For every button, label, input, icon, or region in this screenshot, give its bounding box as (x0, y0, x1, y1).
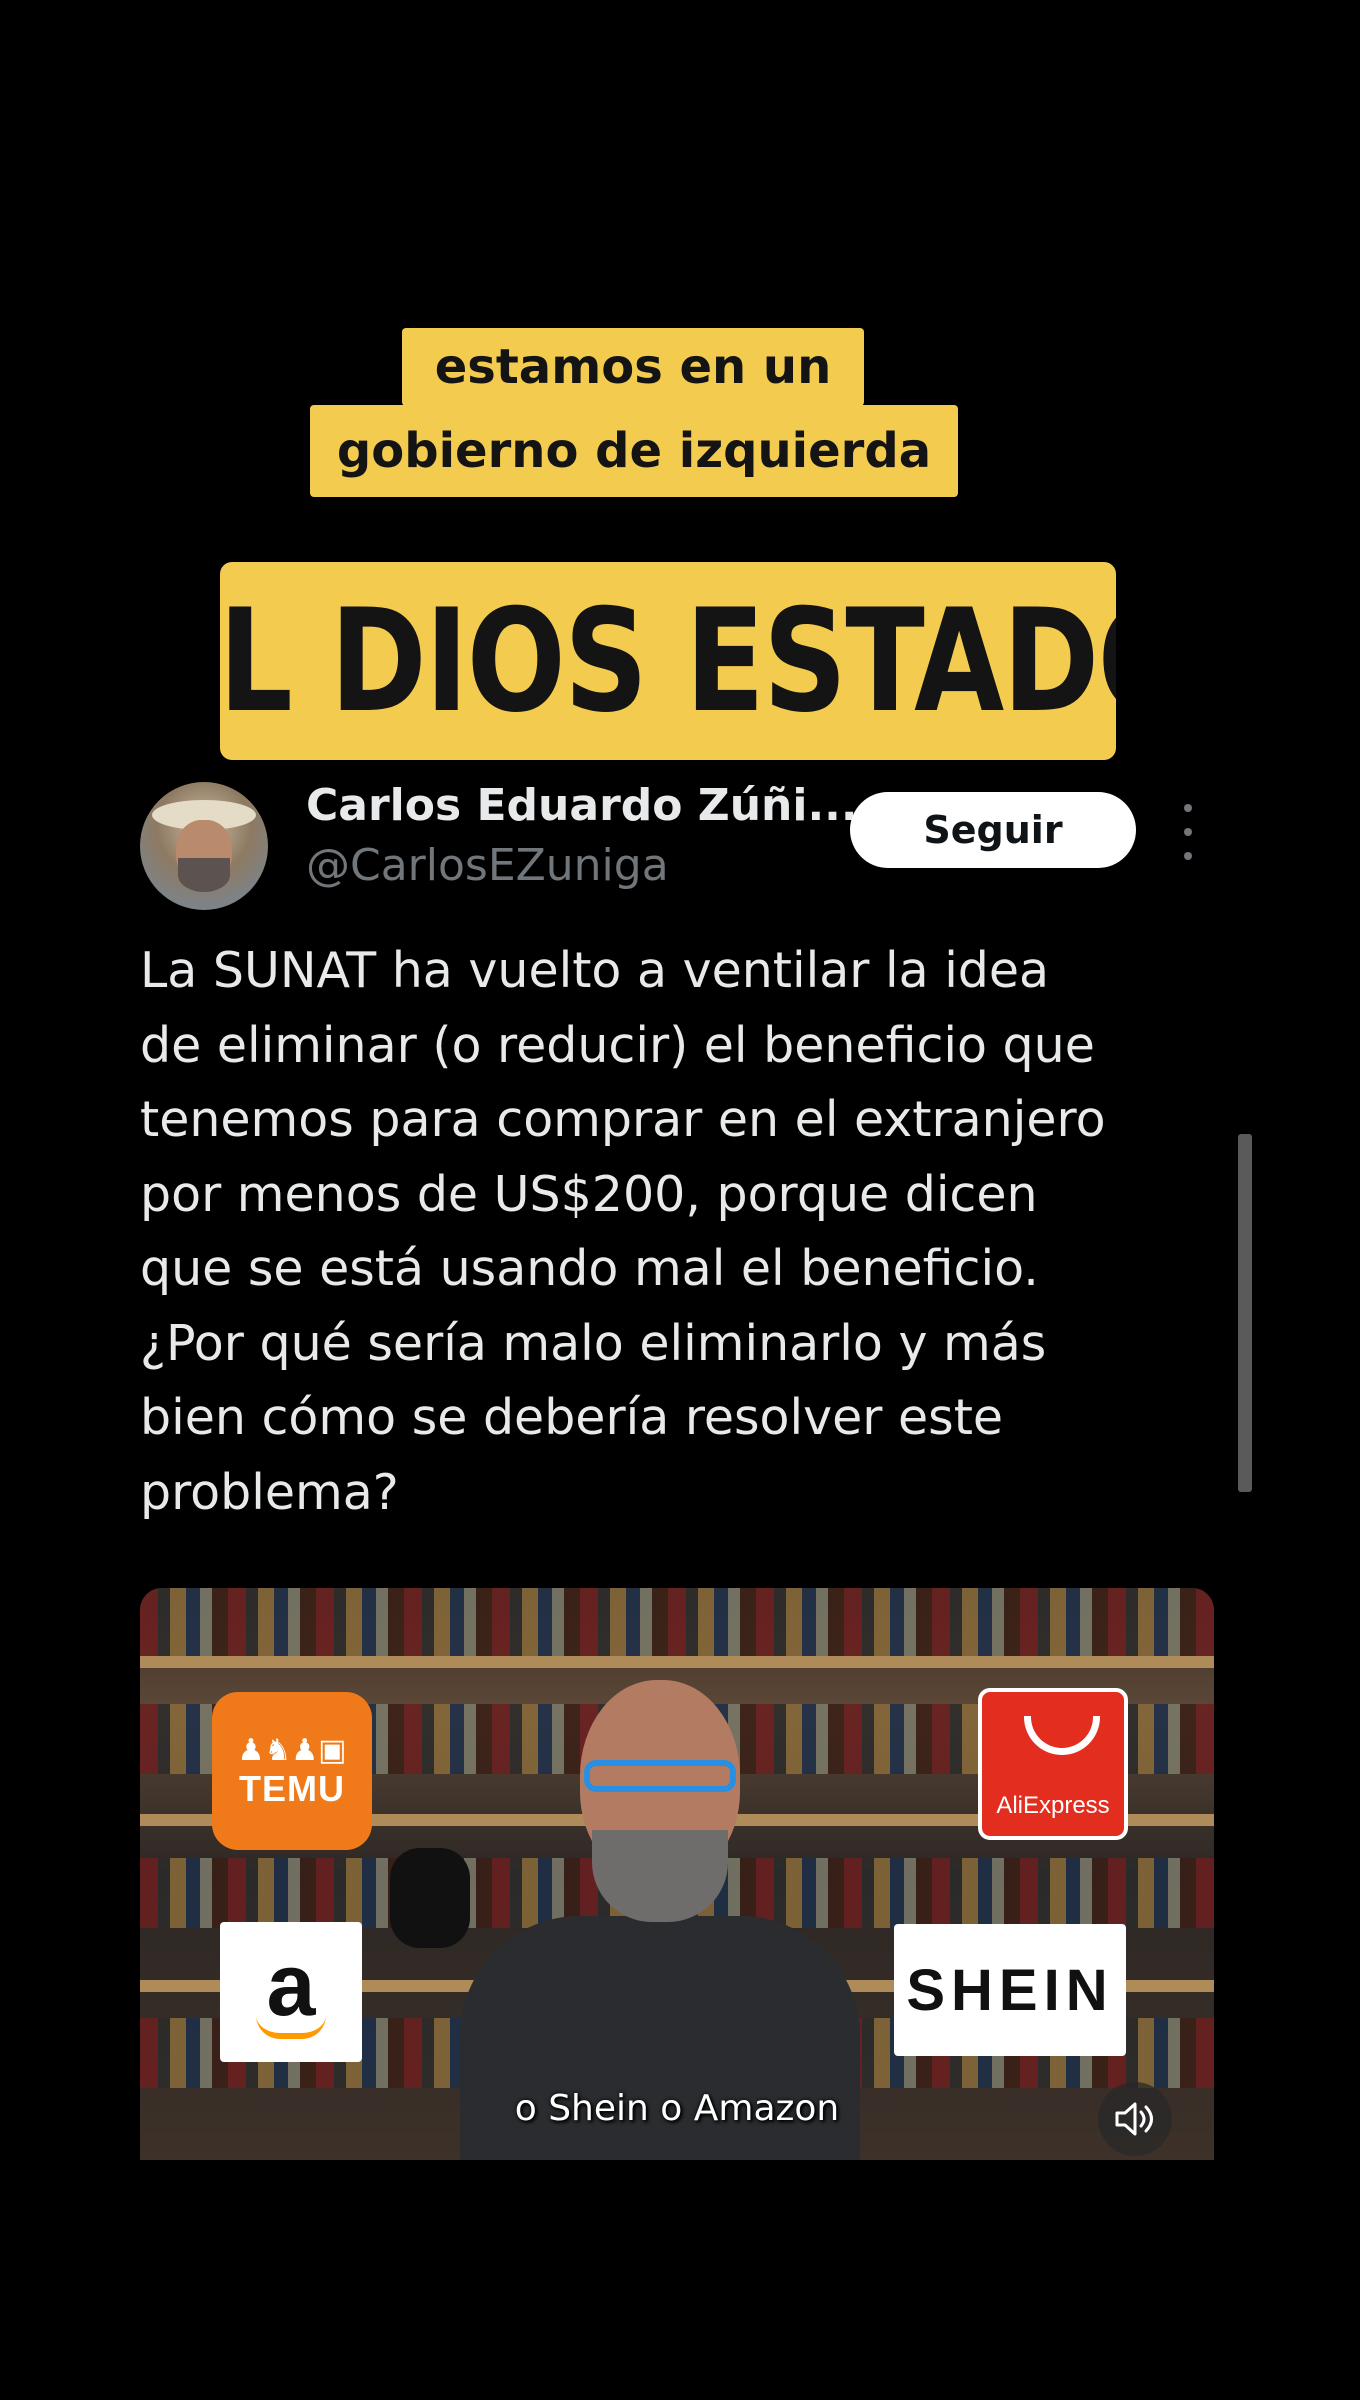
more-options-icon[interactable] (1172, 804, 1204, 860)
speaker-muted-icon[interactable] (1098, 2082, 1172, 2156)
shein-logo: SHEIN (894, 1924, 1126, 2056)
scrollbar[interactable] (1238, 1134, 1252, 1492)
temu-logo: ♟♞♟▣ TEMU (212, 1692, 372, 1850)
tweet-text: La SUNAT ha vuelto a ventilar la idea de… (140, 942, 1106, 1521)
video-player[interactable]: ♟♞♟▣ TEMU AliExpress a SHEIN o Shein o A… (140, 1588, 1214, 2160)
speaker-figure (460, 1660, 860, 2160)
headline-text: EL DIOS ESTADO (220, 578, 1116, 744)
microphone (390, 1848, 470, 1948)
video-subtitle: o Shein o Amazon (514, 2088, 840, 2129)
amazon-logo: a (220, 1922, 362, 2062)
headline-banner: EL DIOS ESTADO (220, 562, 1116, 760)
author-handle[interactable]: @CarlosEZuniga (306, 840, 669, 891)
author-name[interactable]: Carlos Eduardo Zúñi... (306, 780, 858, 831)
author-avatar[interactable] (140, 782, 268, 910)
follow-button[interactable]: Seguir (850, 792, 1136, 868)
aliexpress-logo: AliExpress (978, 1688, 1128, 1840)
caption-line-2: gobierno de izquierda (310, 405, 958, 497)
caption-line-1: estamos en un (402, 328, 864, 406)
